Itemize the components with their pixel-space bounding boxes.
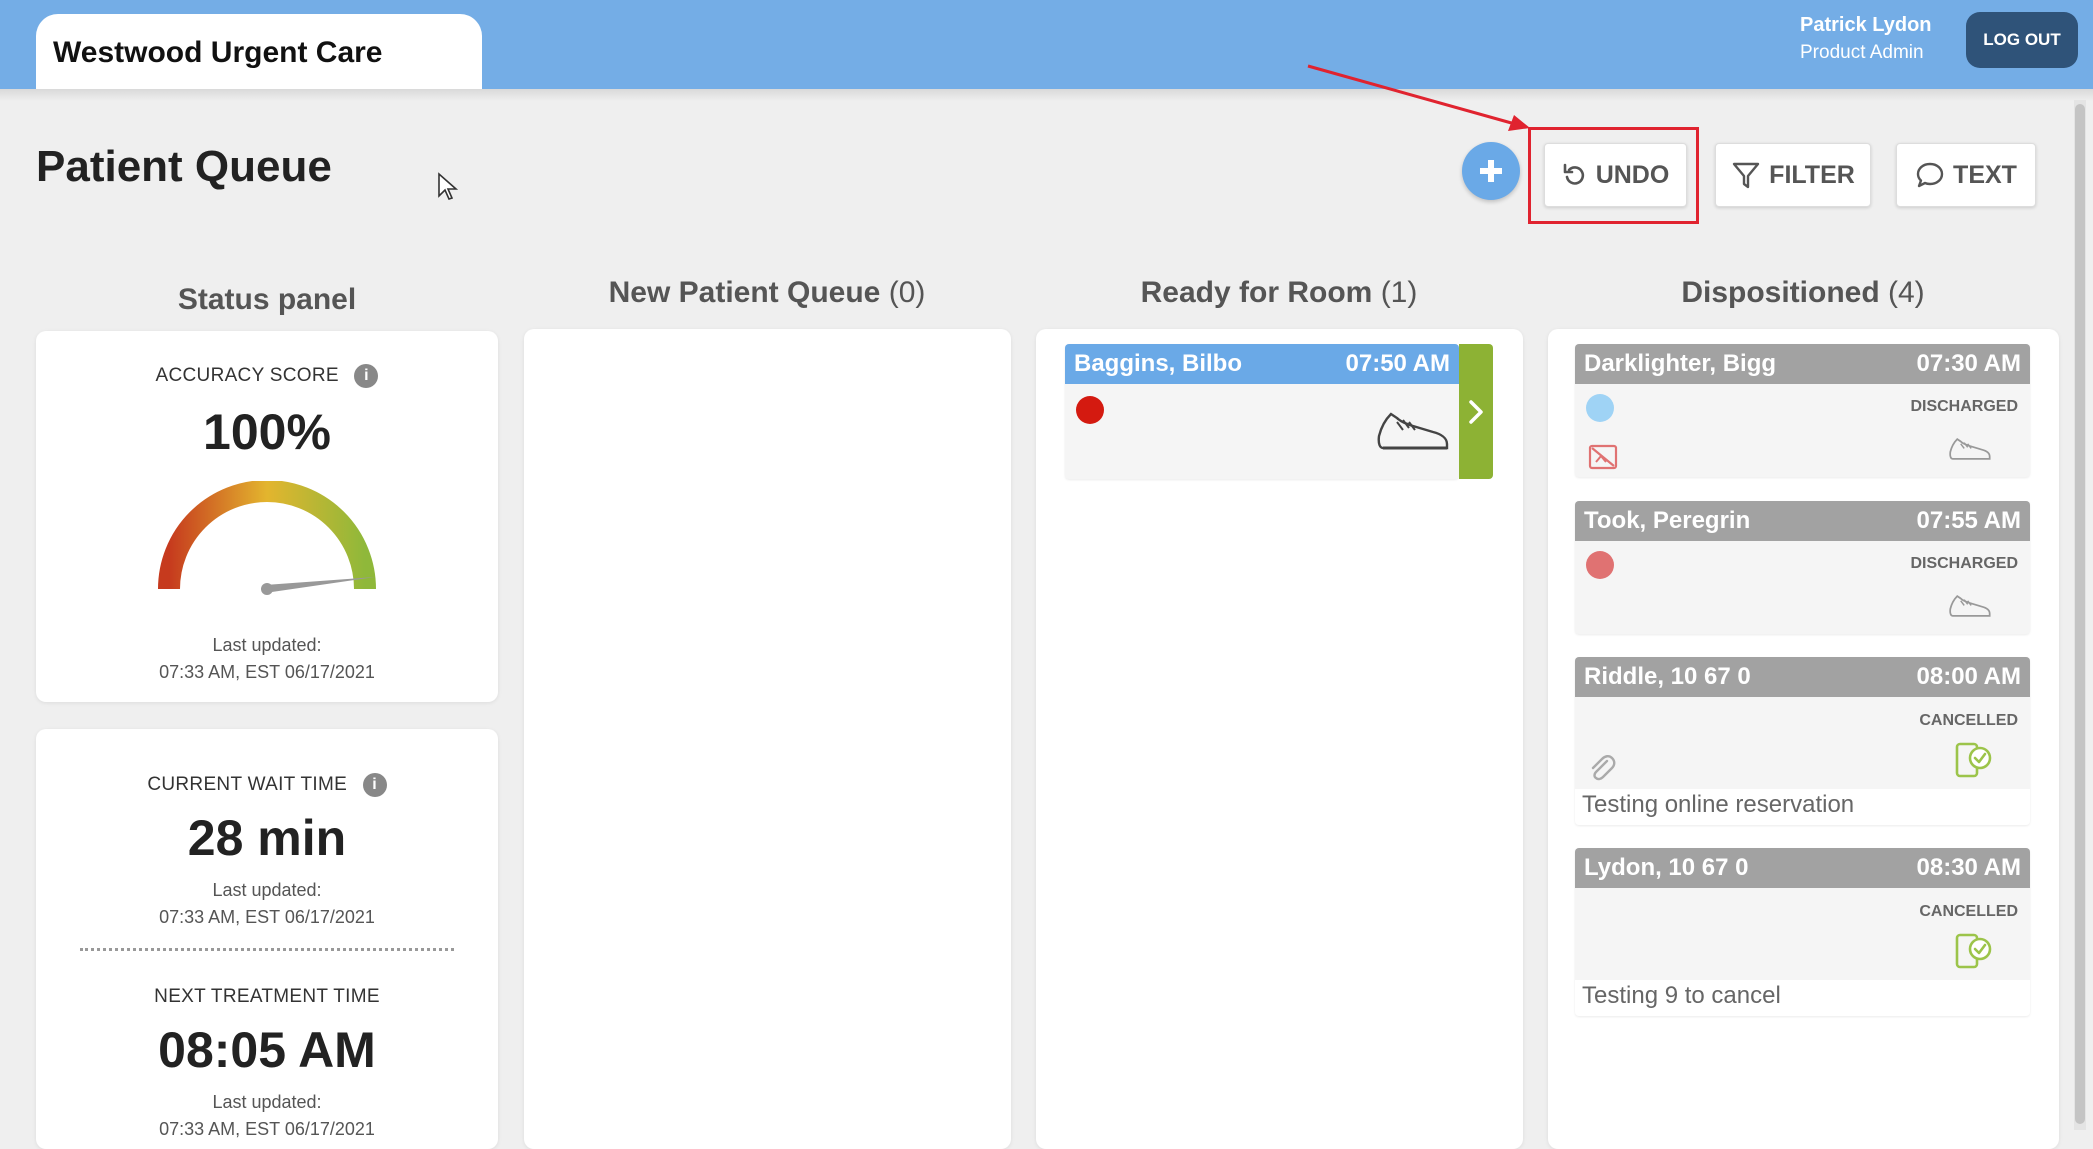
wait-time-updated-time: 07:33 AM, EST 06/17/2021 xyxy=(159,907,375,927)
patient-card[interactable]: Darklighter, Bigg 07:30 AM DISCHARGED xyxy=(1575,344,2030,477)
wait-time-label: CURRENT WAIT TIME xyxy=(147,774,348,796)
mouse-cursor-icon xyxy=(438,172,459,200)
mobile-check-icon xyxy=(1955,742,1992,778)
disposition-status: CANCELLED xyxy=(1919,903,2018,920)
disposition-status: DISCHARGED xyxy=(1910,555,2018,572)
wait-time-value: 28 min xyxy=(187,810,347,866)
paperclip-icon xyxy=(1591,755,1616,781)
accuracy-label: ACCURACY SCORE xyxy=(155,365,339,387)
dispositioned-count: (4) xyxy=(1888,276,1925,309)
next-treatment-value: 08:05 AM xyxy=(158,1022,376,1078)
accuracy-value: 100% xyxy=(203,404,331,460)
user-role: Product Admin xyxy=(1800,42,1924,63)
patient-card[interactable]: Took, Peregrin 07:55 AM DISCHARGED xyxy=(1575,501,2030,634)
patient-note: Testing online reservation xyxy=(1582,791,1855,818)
new-patient-queue-panel xyxy=(524,329,1011,1149)
new-queue-title: New Patient Queue xyxy=(608,276,881,309)
patient-card-header: Riddle, 10 67 0 08:00 AM xyxy=(1575,657,2030,697)
ready-room-heading: Ready for Room (1) xyxy=(1036,276,1522,310)
ready-room-title: Ready for Room xyxy=(1140,276,1373,309)
patient-card[interactable]: Baggins, Bilbo 07:50 AM xyxy=(1065,344,1459,479)
divider xyxy=(80,948,454,951)
new-queue-heading: New Patient Queue (0) xyxy=(524,276,1010,310)
next-treatment-label: NEXT TREATMENT TIME xyxy=(154,986,380,1007)
patient-name: Lydon, 10 67 0 xyxy=(1584,854,1749,881)
patient-card-header: Darklighter, Bigg 07:30 AM xyxy=(1575,344,2030,384)
patient-card[interactable]: Riddle, 10 67 0 08:00 AM CANCELLED Testi… xyxy=(1575,657,2030,825)
ready-room-panel: Baggins, Bilbo 07:50 AM xyxy=(1036,329,1523,1149)
mobile-check-icon xyxy=(1955,933,1992,969)
dispositioned-panel: Darklighter, Bigg 07:30 AM DISCHARGED To… xyxy=(1548,329,2059,1149)
status-panel-heading: Status panel xyxy=(177,283,357,316)
status-dot xyxy=(1586,394,1614,422)
sneaker-icon xyxy=(1949,438,1991,460)
wait-time-updated-label: Last updated: xyxy=(212,880,322,900)
annotation-highlight-box xyxy=(1528,127,1699,224)
move-card-button[interactable] xyxy=(1459,344,1493,479)
dispositioned-heading: Dispositioned (4) xyxy=(1548,276,2058,310)
disposition-status: CANCELLED xyxy=(1919,712,2018,729)
accuracy-card: ACCURACY SCORE i 100% Last updated: 07:3… xyxy=(36,331,498,702)
add-patient-button[interactable] xyxy=(1462,142,1520,200)
patient-time: 07:50 AM xyxy=(1345,350,1450,377)
gauge-icon xyxy=(158,481,376,595)
patient-name: Darklighter, Bigg xyxy=(1584,350,1777,377)
site-title: Westwood Urgent Care xyxy=(53,36,383,69)
info-icon[interactable]: i xyxy=(354,364,379,388)
sneaker-icon xyxy=(1377,412,1449,450)
text-label: TEXT xyxy=(1953,160,2017,189)
wait-time-label-row: CURRENT WAIT TIME i xyxy=(36,773,498,797)
next-treatment-updated-label: Last updated: xyxy=(212,1092,322,1112)
info-icon[interactable]: i xyxy=(362,773,387,797)
top-bar-shadow xyxy=(0,89,2093,101)
patient-card-header: Baggins, Bilbo 07:50 AM xyxy=(1065,344,1459,384)
speech-bubble-icon xyxy=(1916,162,1944,188)
disposition-status: DISCHARGED xyxy=(1910,398,2018,415)
patient-time: 07:55 AM xyxy=(1916,507,2021,534)
patient-name: Took, Peregrin xyxy=(1584,507,1751,534)
patient-time: 08:30 AM xyxy=(1916,854,2021,881)
scrollbar-track[interactable] xyxy=(2074,100,2086,1130)
patient-card[interactable]: Lydon, 10 67 0 08:30 AM CANCELLED Testin… xyxy=(1575,848,2030,1016)
logout-button[interactable]: LOG OUT xyxy=(1966,12,2078,68)
page-title: Patient Queue xyxy=(36,142,332,191)
patient-card-header: Took, Peregrin 07:55 AM xyxy=(1575,501,2030,541)
patient-card-header: Lydon, 10 67 0 08:30 AM xyxy=(1575,848,2030,888)
ready-room-count: (1) xyxy=(1380,276,1418,309)
text-button[interactable]: TEXT xyxy=(1896,143,2036,207)
wait-time-card: CURRENT WAIT TIME i 28 min Last updated:… xyxy=(36,729,498,1149)
dispositioned-title: Dispositioned xyxy=(1681,276,1880,309)
sneaker-icon xyxy=(1949,595,1991,617)
status-dot xyxy=(1586,551,1614,579)
filter-button[interactable]: FILTER xyxy=(1715,143,1871,207)
patient-time: 07:30 AM xyxy=(1916,350,2021,377)
accuracy-label-row: ACCURACY SCORE i xyxy=(36,364,498,388)
new-queue-count: (0) xyxy=(888,276,926,309)
patient-time: 08:00 AM xyxy=(1916,663,2021,690)
filter-icon xyxy=(1732,162,1760,189)
scrollbar-thumb[interactable] xyxy=(2075,104,2085,1124)
patient-name: Baggins, Bilbo xyxy=(1074,350,1242,377)
chevron-right-icon xyxy=(1469,400,1483,424)
patient-note: Testing 9 to cancel xyxy=(1582,982,1781,1009)
status-dot xyxy=(1076,396,1104,424)
filter-label: FILTER xyxy=(1769,160,1855,189)
user-name: Patrick Lydon xyxy=(1800,14,1932,36)
patient-name: Riddle, 10 67 0 xyxy=(1584,663,1751,690)
accuracy-updated-time: 07:33 AM, EST 06/17/2021 xyxy=(159,662,375,682)
accuracy-updated-label: Last updated: xyxy=(212,635,322,655)
plus-icon xyxy=(1480,160,1502,182)
no-image-icon xyxy=(1588,444,1618,470)
